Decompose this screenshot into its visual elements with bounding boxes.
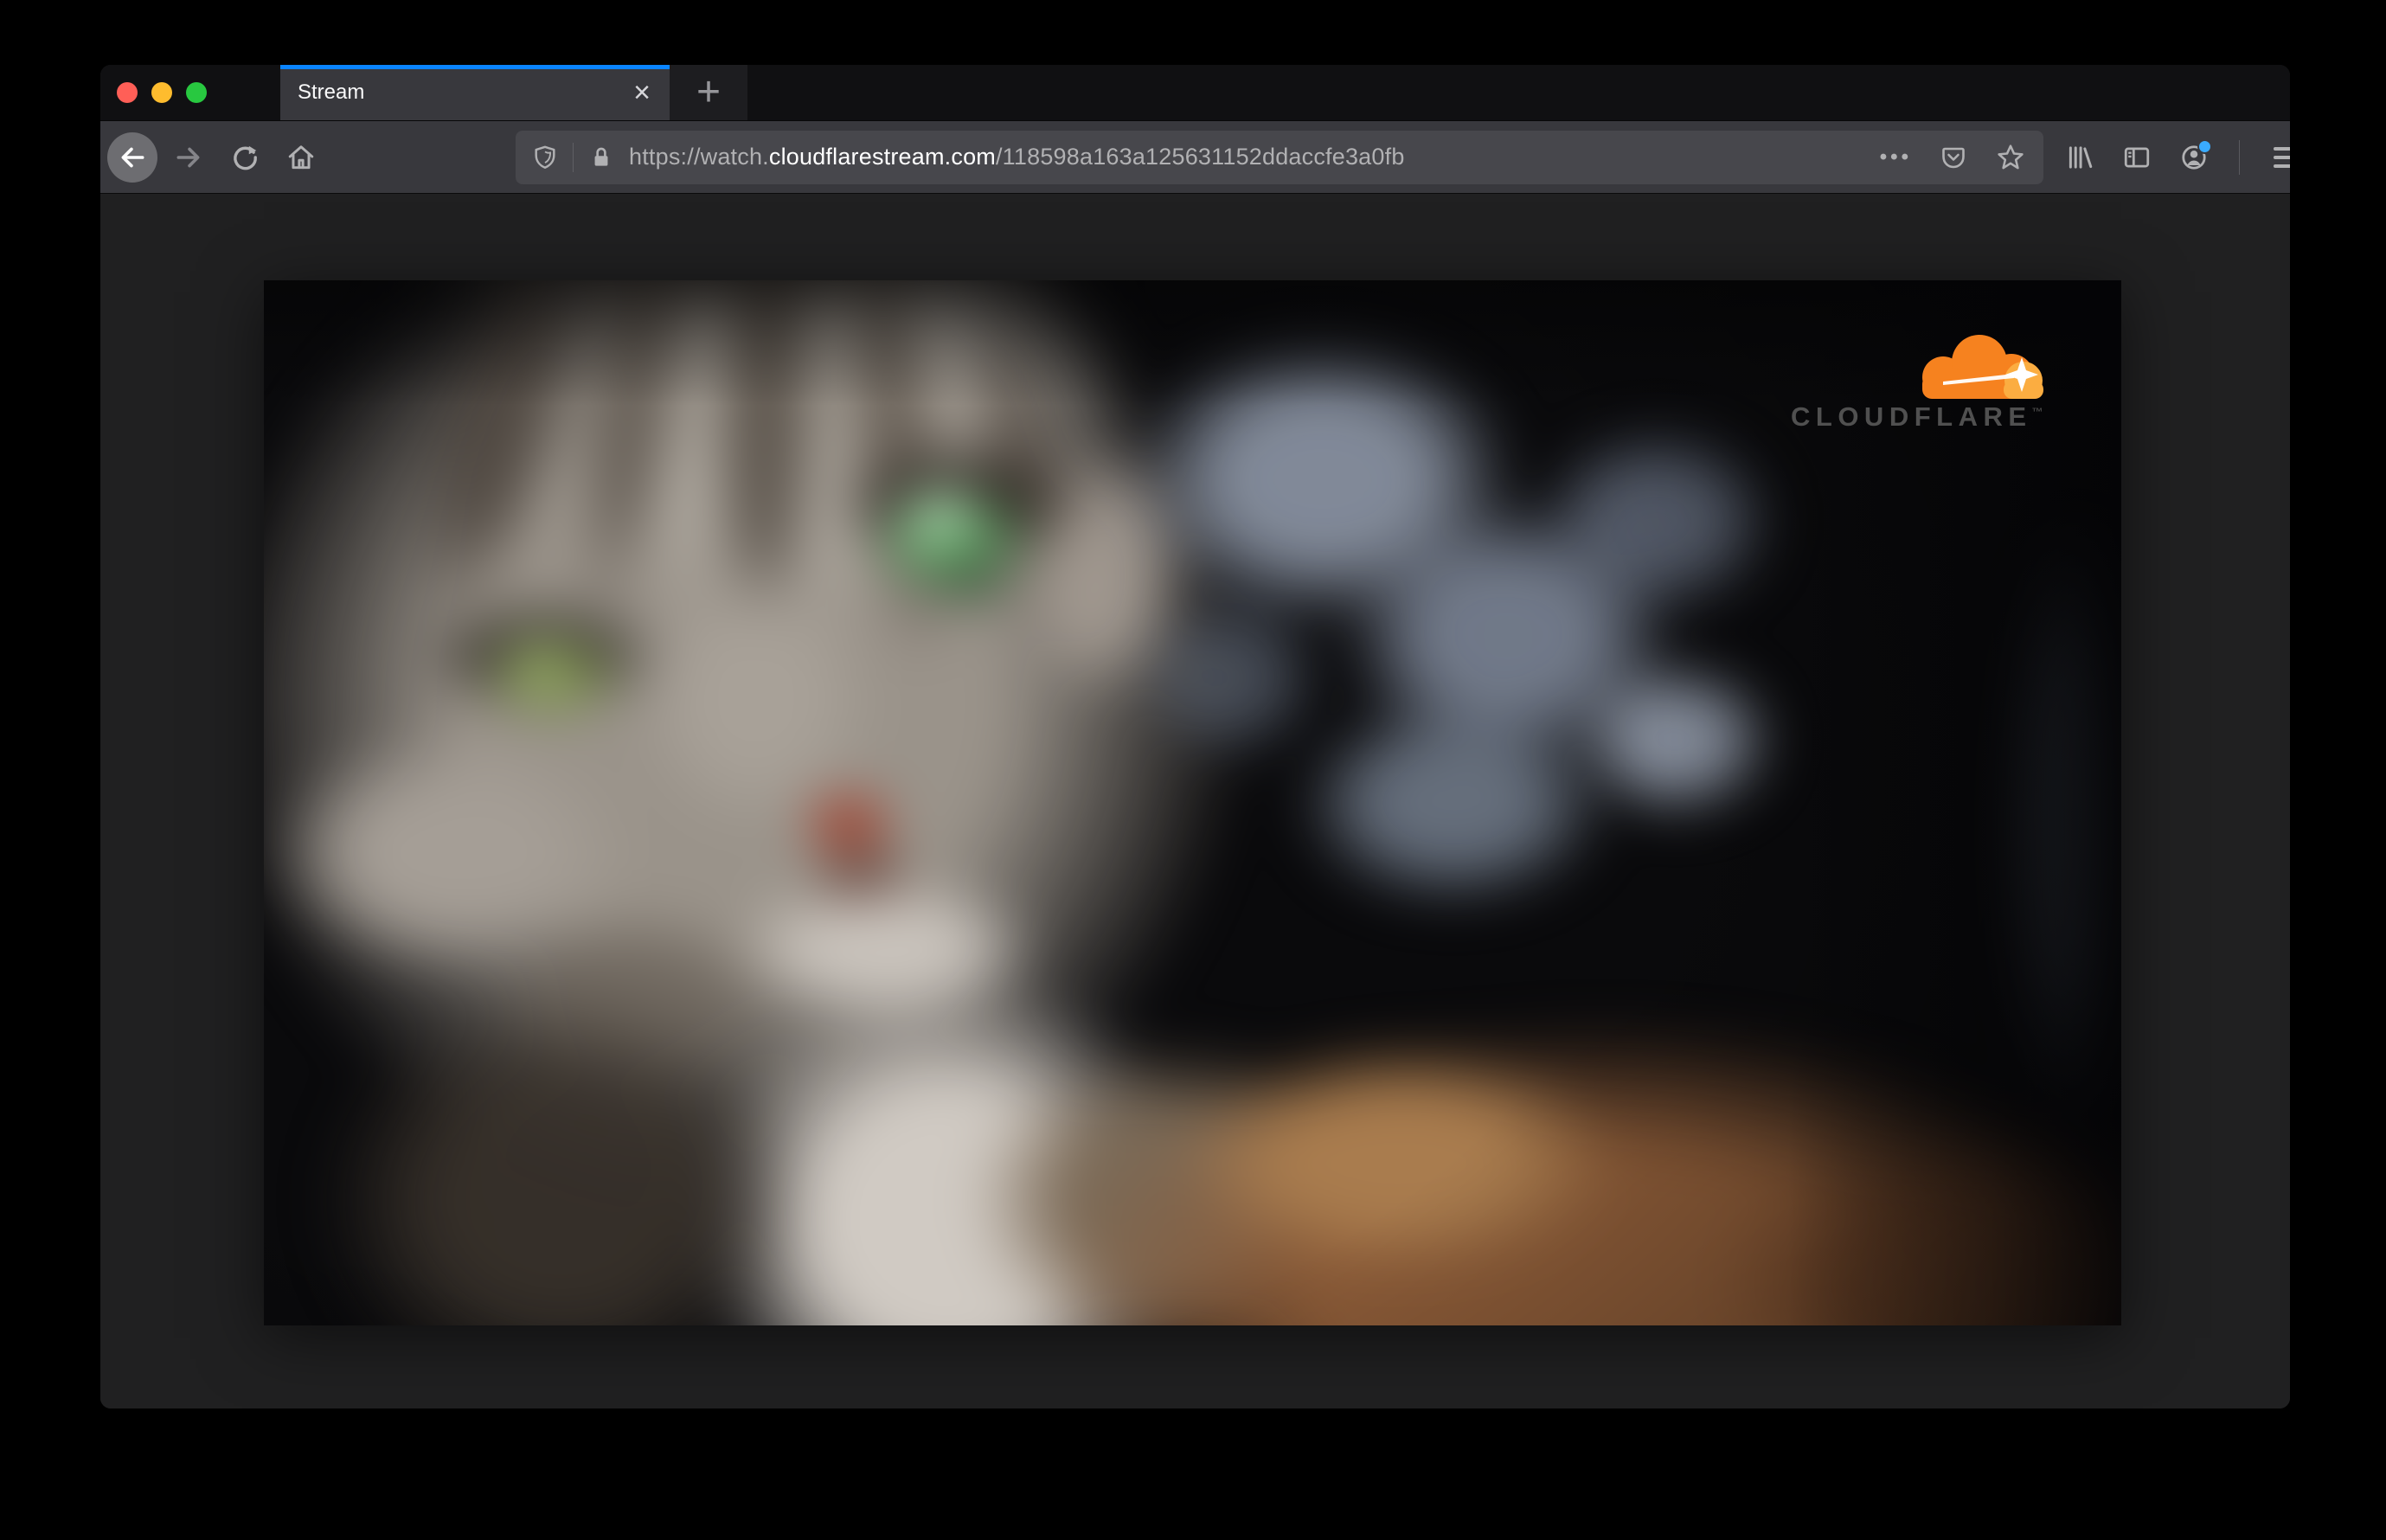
toolbar-right-cluster — [2064, 138, 2290, 175]
tab-title: Stream — [298, 80, 365, 104]
trademark-mark: ™ — [2031, 405, 2043, 419]
window-controls — [100, 65, 280, 120]
page-actions: ••• — [1880, 142, 2030, 173]
page-actions-ellipsis-icon[interactable]: ••• — [1880, 145, 1912, 170]
reload-icon — [230, 143, 260, 172]
new-tab-button[interactable]: + — [670, 65, 747, 120]
video-player[interactable]: CLOUDFLARE™ — [264, 280, 2121, 1325]
toolbar-separator — [2239, 139, 2240, 175]
urlbar-divider — [573, 142, 574, 172]
reload-button[interactable] — [220, 132, 270, 183]
home-icon — [286, 143, 316, 172]
url-text[interactable]: https://watch.cloudflarestream.com/11859… — [629, 144, 1405, 170]
forward-button[interactable] — [164, 132, 214, 183]
minimize-window-button[interactable] — [151, 82, 172, 103]
video-frame-artwork — [264, 280, 2121, 1325]
hamburger-icon — [2273, 146, 2290, 168]
arrow-right-icon — [174, 143, 203, 172]
tracking-protection-shield-icon[interactable] — [529, 142, 561, 173]
browser-window: Stream × + https://watch.cloudflarestrea… — [100, 65, 2290, 1408]
pocket-icon[interactable] — [1938, 142, 1969, 173]
library-button[interactable] — [2064, 142, 2095, 173]
url-path: /118598a163a125631152ddaccfe3a0fb — [995, 144, 1405, 170]
navigation-toolbar: https://watch.cloudflarestream.com/11859… — [100, 121, 2290, 194]
close-window-button[interactable] — [117, 82, 138, 103]
tab-stream[interactable]: Stream × — [280, 65, 670, 120]
url-scheme: https://watch. — [629, 144, 769, 170]
https-lock-icon[interactable] — [586, 142, 617, 173]
url-domain: cloudflarestream.com — [768, 144, 996, 170]
tab-close-icon[interactable]: × — [614, 78, 670, 107]
cloudflare-watermark: CLOUDFLARE™ — [1791, 334, 2069, 433]
tab-bar: Stream × + — [100, 65, 2290, 121]
back-button[interactable] — [107, 132, 157, 183]
account-button[interactable] — [2178, 138, 2212, 173]
home-button[interactable] — [276, 132, 326, 183]
sidebar-button[interactable] — [2121, 142, 2152, 173]
url-bar[interactable]: https://watch.cloudflarestream.com/11859… — [516, 130, 2043, 184]
bookmark-star-icon[interactable] — [1995, 142, 2026, 173]
arrow-left-icon — [118, 143, 147, 172]
cloudflare-wordmark: CLOUDFLARE™ — [1791, 401, 2043, 432]
desktop: Stream × + https://watch.cloudflarestrea… — [0, 0, 2386, 1540]
zoom-window-button[interactable] — [186, 82, 207, 103]
menu-button[interactable] — [2269, 142, 2290, 173]
account-notification-dot — [2197, 138, 2212, 154]
cloudflare-cloud-icon — [1912, 334, 2048, 399]
page-content: CLOUDFLARE™ — [100, 194, 2290, 1408]
